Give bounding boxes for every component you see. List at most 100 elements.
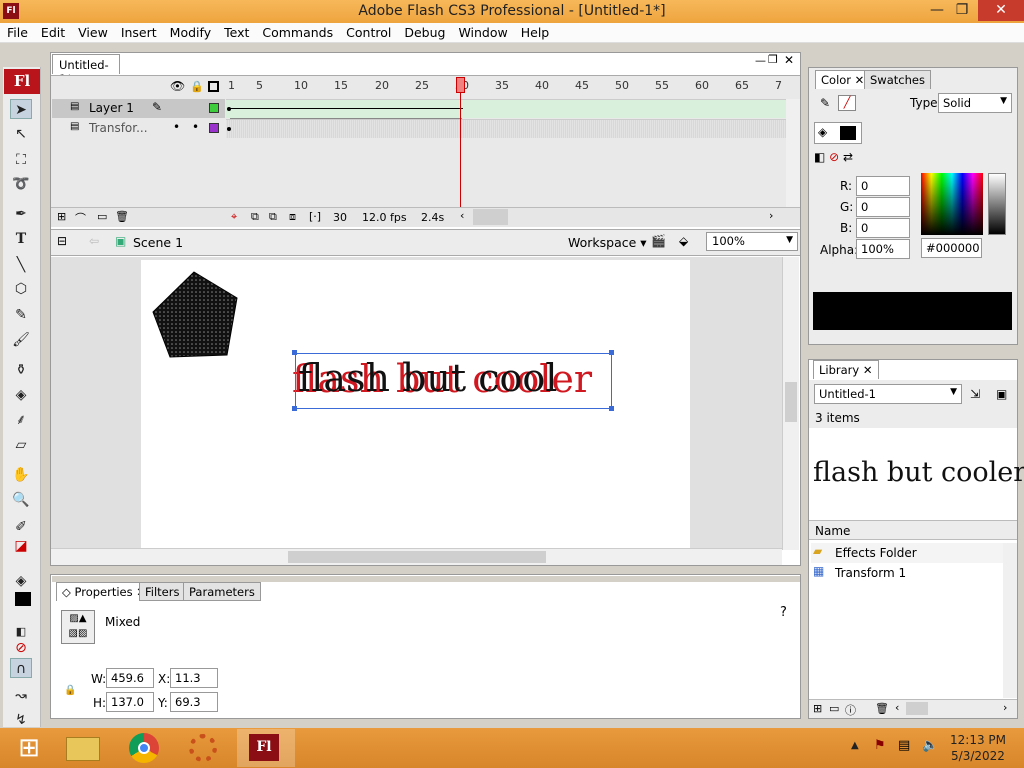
lock-dot-icon[interactable]: • [192, 120, 199, 134]
lock-icon[interactable]: 🔒 [64, 685, 76, 696]
layer-2-frames[interactable] [226, 119, 786, 138]
system-clock[interactable]: 12:13 PM 5/3/2022 [948, 732, 1008, 764]
width-field[interactable]: 459.6 [106, 668, 154, 688]
polygon-tool-icon[interactable]: ⬡ [10, 279, 32, 299]
text-tool-icon[interactable]: T [10, 229, 32, 249]
alpha-field[interactable]: 100% [856, 239, 910, 259]
taskbar-chrome[interactable] [118, 729, 176, 767]
visibility-dot-icon[interactable]: • [173, 120, 180, 134]
tab-properties[interactable]: ◇ Properties ✕ [56, 582, 152, 601]
delete-layer-icon[interactable]: 🗑 [115, 210, 129, 223]
properties-icon[interactable]: ⓘ [845, 702, 856, 718]
stage-hscroll-thumb[interactable] [288, 551, 546, 563]
frame-rate[interactable]: 12.0 fps [362, 211, 407, 224]
zoom-select[interactable]: 100% ▼ [706, 232, 798, 251]
stroke-pencil-icon[interactable]: ✎ [820, 96, 830, 110]
eyedropper-tool-icon[interactable]: ⸙ [10, 410, 32, 430]
new-library-icon[interactable]: ▣ [996, 387, 1007, 401]
selection-handle[interactable] [292, 350, 297, 355]
no-color-icon[interactable]: ⊘ [10, 638, 32, 658]
menu-insert[interactable]: Insert [114, 23, 163, 40]
library-vscroll[interactable] [1003, 543, 1017, 698]
tray-up-icon[interactable]: ▲ [851, 740, 859, 751]
volume-icon[interactable]: 🔈 [922, 738, 938, 753]
g-field[interactable]: 0 [856, 197, 910, 217]
pencil-tool-icon[interactable]: ✎ [10, 305, 32, 325]
bucket-icon[interactable]: ◈ [818, 125, 827, 139]
library-item[interactable]: ▰ Effects Folder [811, 543, 1003, 563]
back-arrow-icon[interactable]: ⇦ [89, 234, 99, 248]
menu-commands[interactable]: Commands [255, 23, 339, 40]
document-tab[interactable]: Untitled-1* [52, 54, 120, 86]
stage-hscroll[interactable] [51, 548, 782, 565]
scroll-left-icon[interactable]: ‹ [460, 209, 464, 222]
tab-color[interactable]: Color ✕ [815, 70, 871, 89]
menu-window[interactable]: Window [451, 23, 513, 40]
type-select[interactable]: Solid ▼ [938, 93, 1012, 113]
menu-help[interactable]: Help [514, 23, 556, 40]
paint-bucket-tool-icon[interactable]: ◈ [10, 385, 32, 405]
library-hscroll-thumb[interactable] [906, 702, 928, 715]
pin-icon[interactable]: ⇲ [970, 387, 980, 401]
timeline-vscroll[interactable] [786, 99, 800, 207]
hand-tool-icon[interactable]: ✋ [10, 465, 32, 485]
selection-handle[interactable] [609, 406, 614, 411]
add-guide-icon[interactable]: ⌒ [75, 210, 86, 226]
stage-vscroll[interactable] [782, 257, 799, 550]
lasso-tool-icon[interactable]: ➰ [10, 174, 32, 194]
taskbar-flash[interactable]: Fl [237, 729, 295, 767]
new-folder-icon[interactable]: ▭ [829, 702, 839, 715]
ink-bottle-tool-icon[interactable]: ⚱ [10, 360, 32, 380]
doc-close-icon[interactable]: ✕ [784, 53, 794, 67]
stroke-color-icon[interactable]: ✐ [10, 517, 32, 537]
doc-restore-icon[interactable]: ❐ [768, 53, 778, 66]
menu-view[interactable]: View [71, 23, 114, 40]
pen-tool-icon[interactable]: ✒ [10, 204, 32, 224]
flag-icon[interactable]: ⚑ [874, 738, 886, 753]
tab-filters[interactable]: Filters [139, 582, 186, 601]
layer-row-1[interactable]: ▤ Layer 1 ✎ [52, 99, 225, 118]
edit-symbols-icon[interactable]: ⬙ [679, 234, 688, 248]
color-mini-icons[interactable]: ◧ ⊘ ⇄ [814, 150, 853, 164]
maximize-button[interactable]: ❐ [945, 0, 979, 21]
brush-tool-icon[interactable]: 🖌 [10, 330, 32, 350]
scroll-right-icon[interactable]: › [769, 209, 773, 222]
x-field[interactable]: 11.3 [170, 668, 218, 688]
outline-icon[interactable] [208, 81, 219, 92]
eye-icon[interactable]: 👁 [170, 79, 185, 93]
tab-library[interactable]: Library ✕ [813, 360, 879, 379]
fill-color-icon[interactable]: ◈ [10, 571, 32, 591]
fill-color-swatch[interactable] [840, 126, 856, 140]
eraser-tool-icon[interactable]: ▱ [10, 435, 32, 455]
name-column-header[interactable]: Name [815, 524, 850, 538]
close-button[interactable]: ✕ [978, 0, 1024, 21]
hex-field[interactable]: #000000 [921, 238, 982, 258]
color-spectrum[interactable] [921, 173, 983, 235]
fill-swatch-icon[interactable] [15, 592, 31, 606]
onion-outline-icon[interactable]: ⧉ [269, 210, 277, 224]
smooth-icon[interactable]: ↝ [10, 686, 32, 706]
selection-tool-icon[interactable]: ➤ [10, 99, 32, 119]
scroll-left-icon[interactable]: ‹ [895, 701, 899, 714]
edit-multiple-icon[interactable]: ⧈ [289, 210, 296, 224]
r-field[interactable]: 0 [856, 176, 910, 196]
add-layer-icon[interactable]: ⊞ [57, 210, 66, 223]
taskbar-ubuntu[interactable] [177, 729, 235, 767]
height-field[interactable]: 137.0 [106, 692, 154, 712]
menu-file[interactable]: File [0, 23, 34, 40]
subselection-tool-icon[interactable]: ↖ [10, 124, 32, 144]
scene-name[interactable]: Scene 1 [133, 235, 183, 250]
onion-skin-icon[interactable]: ⧉ [251, 210, 259, 224]
network-icon[interactable]: ▤ [898, 738, 910, 753]
snap-magnet-icon[interactable]: ∩ [10, 658, 32, 678]
onion-markers-icon[interactable]: [·] [309, 210, 321, 223]
timeline-hscroll-thumb[interactable] [473, 209, 508, 225]
free-transform-tool-icon[interactable]: ⛶ [10, 150, 32, 170]
start-button[interactable]: ⊞ [0, 729, 58, 767]
selection-handle[interactable] [609, 350, 614, 355]
library-document-select[interactable]: Untitled-1 ▼ [814, 384, 962, 404]
help-icon[interactable]: ? [780, 605, 787, 620]
layer-color-swatch[interactable] [209, 103, 219, 113]
stroke-none-swatch[interactable]: ╱ [838, 95, 856, 111]
pentagon-shape[interactable] [150, 270, 240, 360]
